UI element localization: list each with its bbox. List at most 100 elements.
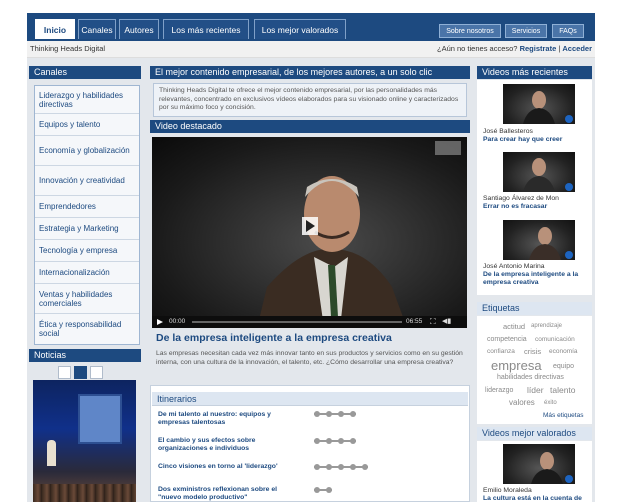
main-headline: El mejor contenido empresarial, de los m… — [150, 66, 470, 79]
video-link[interactable]: Para crear hay que creer — [483, 136, 588, 144]
sidebar-item-etica[interactable]: Ética y responsabilidad social — [35, 314, 139, 344]
tag[interactable]: talento — [550, 385, 576, 395]
current-time: 00:00 — [169, 318, 186, 325]
sidebar-item-innovacion[interactable]: Innovación y creatividad — [35, 166, 139, 196]
itinerary-step-dot[interactable] — [338, 438, 344, 444]
play-icon[interactable] — [155, 316, 165, 328]
itinerary-item[interactable]: Dos exministros reflexionan sobre el "nu… — [158, 486, 298, 502]
volume-icon[interactable]: ◀▮ — [442, 317, 451, 325]
video-logo — [435, 141, 461, 155]
video-control-bar: 00:00 06:55 ⛶ ◀▮ — [152, 316, 467, 328]
featured-video-player[interactable]: 00:00 06:55 ⛶ ◀▮ — [152, 137, 467, 328]
sidebar-item-economia[interactable]: Economía y globalización — [35, 136, 139, 166]
itinerary-steps — [314, 438, 356, 444]
account-links: ¿Aún no tienes acceso? Registrate | Acce… — [437, 44, 592, 53]
author-name: José Ballesteros — [483, 128, 533, 135]
register-link[interactable]: Registrate — [520, 44, 557, 53]
tag[interactable]: éxito — [544, 400, 557, 406]
news-page-2[interactable] — [74, 366, 87, 379]
video-thumbnail[interactable] — [503, 152, 575, 192]
intro-text: Thinking Heads Digital te ofrece el mejo… — [153, 83, 467, 117]
tag[interactable]: crisis — [524, 347, 541, 356]
tab-canales[interactable]: Canales — [78, 19, 116, 39]
tag[interactable]: economía — [549, 348, 578, 355]
video-title[interactable]: De la empresa inteligente a la empresa c… — [156, 332, 392, 344]
tab-servicios[interactable]: Servicios — [505, 24, 547, 38]
tag[interactable]: valores — [509, 398, 535, 407]
author-name: Emilio Moraleda — [483, 487, 532, 494]
featured-label: Video destacado — [150, 120, 470, 133]
progress-bar[interactable] — [192, 321, 402, 323]
itinerary-step-dot[interactable] — [350, 411, 356, 417]
itinerary-step-dot[interactable] — [326, 487, 332, 493]
tag[interactable]: empresa — [491, 358, 542, 373]
canales-list: Liderazgo y habilidades directivas Equip… — [34, 85, 140, 345]
noticias-header: Noticias — [29, 349, 141, 362]
tag-cloud: actitud aprendizaje competencia comunica… — [477, 316, 592, 424]
video-link[interactable]: De la empresa inteligente a la empresa c… — [483, 271, 588, 287]
tab-recientes[interactable]: Los más recientes — [163, 19, 249, 39]
itinerary-step-dot[interactable] — [314, 464, 320, 470]
news-audience-shape — [33, 484, 136, 502]
tag[interactable]: aprendizaje — [531, 323, 562, 329]
itinerary-step-dot[interactable] — [338, 411, 344, 417]
recientes-header: Videos más recientes — [477, 66, 592, 79]
valorados-header: Videos mejor valorados — [477, 427, 592, 440]
video-thumbnail[interactable] — [503, 220, 575, 260]
sidebar-item-tecnologia[interactable]: Tecnología y empresa — [35, 240, 139, 262]
sub-bar: Thinking Heads Digital ¿Aún no tienes ac… — [27, 41, 595, 58]
tab-faqs[interactable]: FAQs — [552, 24, 584, 38]
itinerary-step-dot[interactable] — [314, 438, 320, 444]
itinerary-step-dot[interactable] — [326, 411, 332, 417]
sidebar-item-ventas[interactable]: Ventas y habilidades comerciales — [35, 284, 139, 314]
news-image[interactable] — [33, 380, 136, 502]
itinerarios-header: Itinerarios — [152, 392, 468, 406]
itinerary-step-dot[interactable] — [350, 438, 356, 444]
video-thumbnail[interactable] — [503, 84, 575, 124]
sidebar-item-equipos[interactable]: Equipos y talento — [35, 114, 139, 136]
login-link[interactable]: Acceder — [562, 44, 592, 53]
tag[interactable]: liderazgo — [485, 387, 513, 394]
sidebar-item-liderazgo[interactable]: Liderazgo y habilidades directivas — [35, 86, 139, 114]
separator: | — [558, 44, 561, 53]
itinerary-item[interactable]: Cinco visiones en torno al 'liderazgo' — [158, 463, 298, 471]
fullscreen-icon[interactable]: ⛶ — [430, 317, 436, 327]
itinerary-step-dot[interactable] — [314, 487, 320, 493]
site-name: Thinking Heads Digital — [30, 44, 106, 53]
itinerary-item[interactable]: De mi talento al nuestro: equipos y empr… — [158, 411, 298, 427]
tag[interactable]: confianza — [487, 348, 515, 355]
tag[interactable]: equipo — [553, 363, 574, 370]
itinerary-steps — [314, 411, 356, 417]
news-speaker-shape — [47, 440, 56, 466]
tag[interactable]: actitud — [503, 322, 525, 331]
canales-header: Canales — [29, 66, 141, 79]
news-screen-shape — [78, 394, 122, 444]
itinerary-item[interactable]: El cambio y sus efectos sobre organizaci… — [158, 437, 298, 453]
video-description: Las empresas necesitan cada vez más inno… — [156, 350, 463, 366]
tag[interactable]: habilidades directivas — [497, 374, 564, 381]
video-link[interactable]: Errar no es fracasar — [483, 203, 588, 211]
itinerary-step-dot[interactable] — [362, 464, 368, 470]
news-page-3[interactable] — [90, 366, 103, 379]
tab-sobre-nosotros[interactable]: Sobre nosotros — [439, 24, 501, 38]
tab-inicio[interactable]: Inicio — [35, 19, 75, 39]
more-tags-link[interactable]: Más etiquetas — [543, 412, 583, 419]
sidebar-item-estrategia[interactable]: Estrategia y Marketing — [35, 218, 139, 240]
tab-autores[interactable]: Autores — [119, 19, 159, 39]
news-page-1[interactable] — [58, 366, 71, 379]
itinerary-step-dot[interactable] — [350, 464, 356, 470]
itinerary-steps — [314, 487, 332, 493]
sidebar-item-emprendedores[interactable]: Emprendedores — [35, 196, 139, 218]
tab-valorados[interactable]: Los mejor valorados — [254, 19, 346, 39]
etiquetas-header: Etiquetas — [477, 302, 592, 315]
play-overlay-icon[interactable] — [302, 217, 318, 235]
itinerary-step-dot[interactable] — [326, 438, 332, 444]
itinerary-step-dot[interactable] — [314, 411, 320, 417]
itinerary-step-dot[interactable] — [326, 464, 332, 470]
tag[interactable]: comunicación — [535, 336, 575, 343]
itinerary-step-dot[interactable] — [338, 464, 344, 470]
video-thumbnail[interactable] — [503, 444, 575, 484]
sidebar-item-internacionalizacion[interactable]: Internacionalización — [35, 262, 139, 284]
tag[interactable]: líder — [527, 385, 544, 395]
tag[interactable]: competencia — [487, 336, 527, 343]
